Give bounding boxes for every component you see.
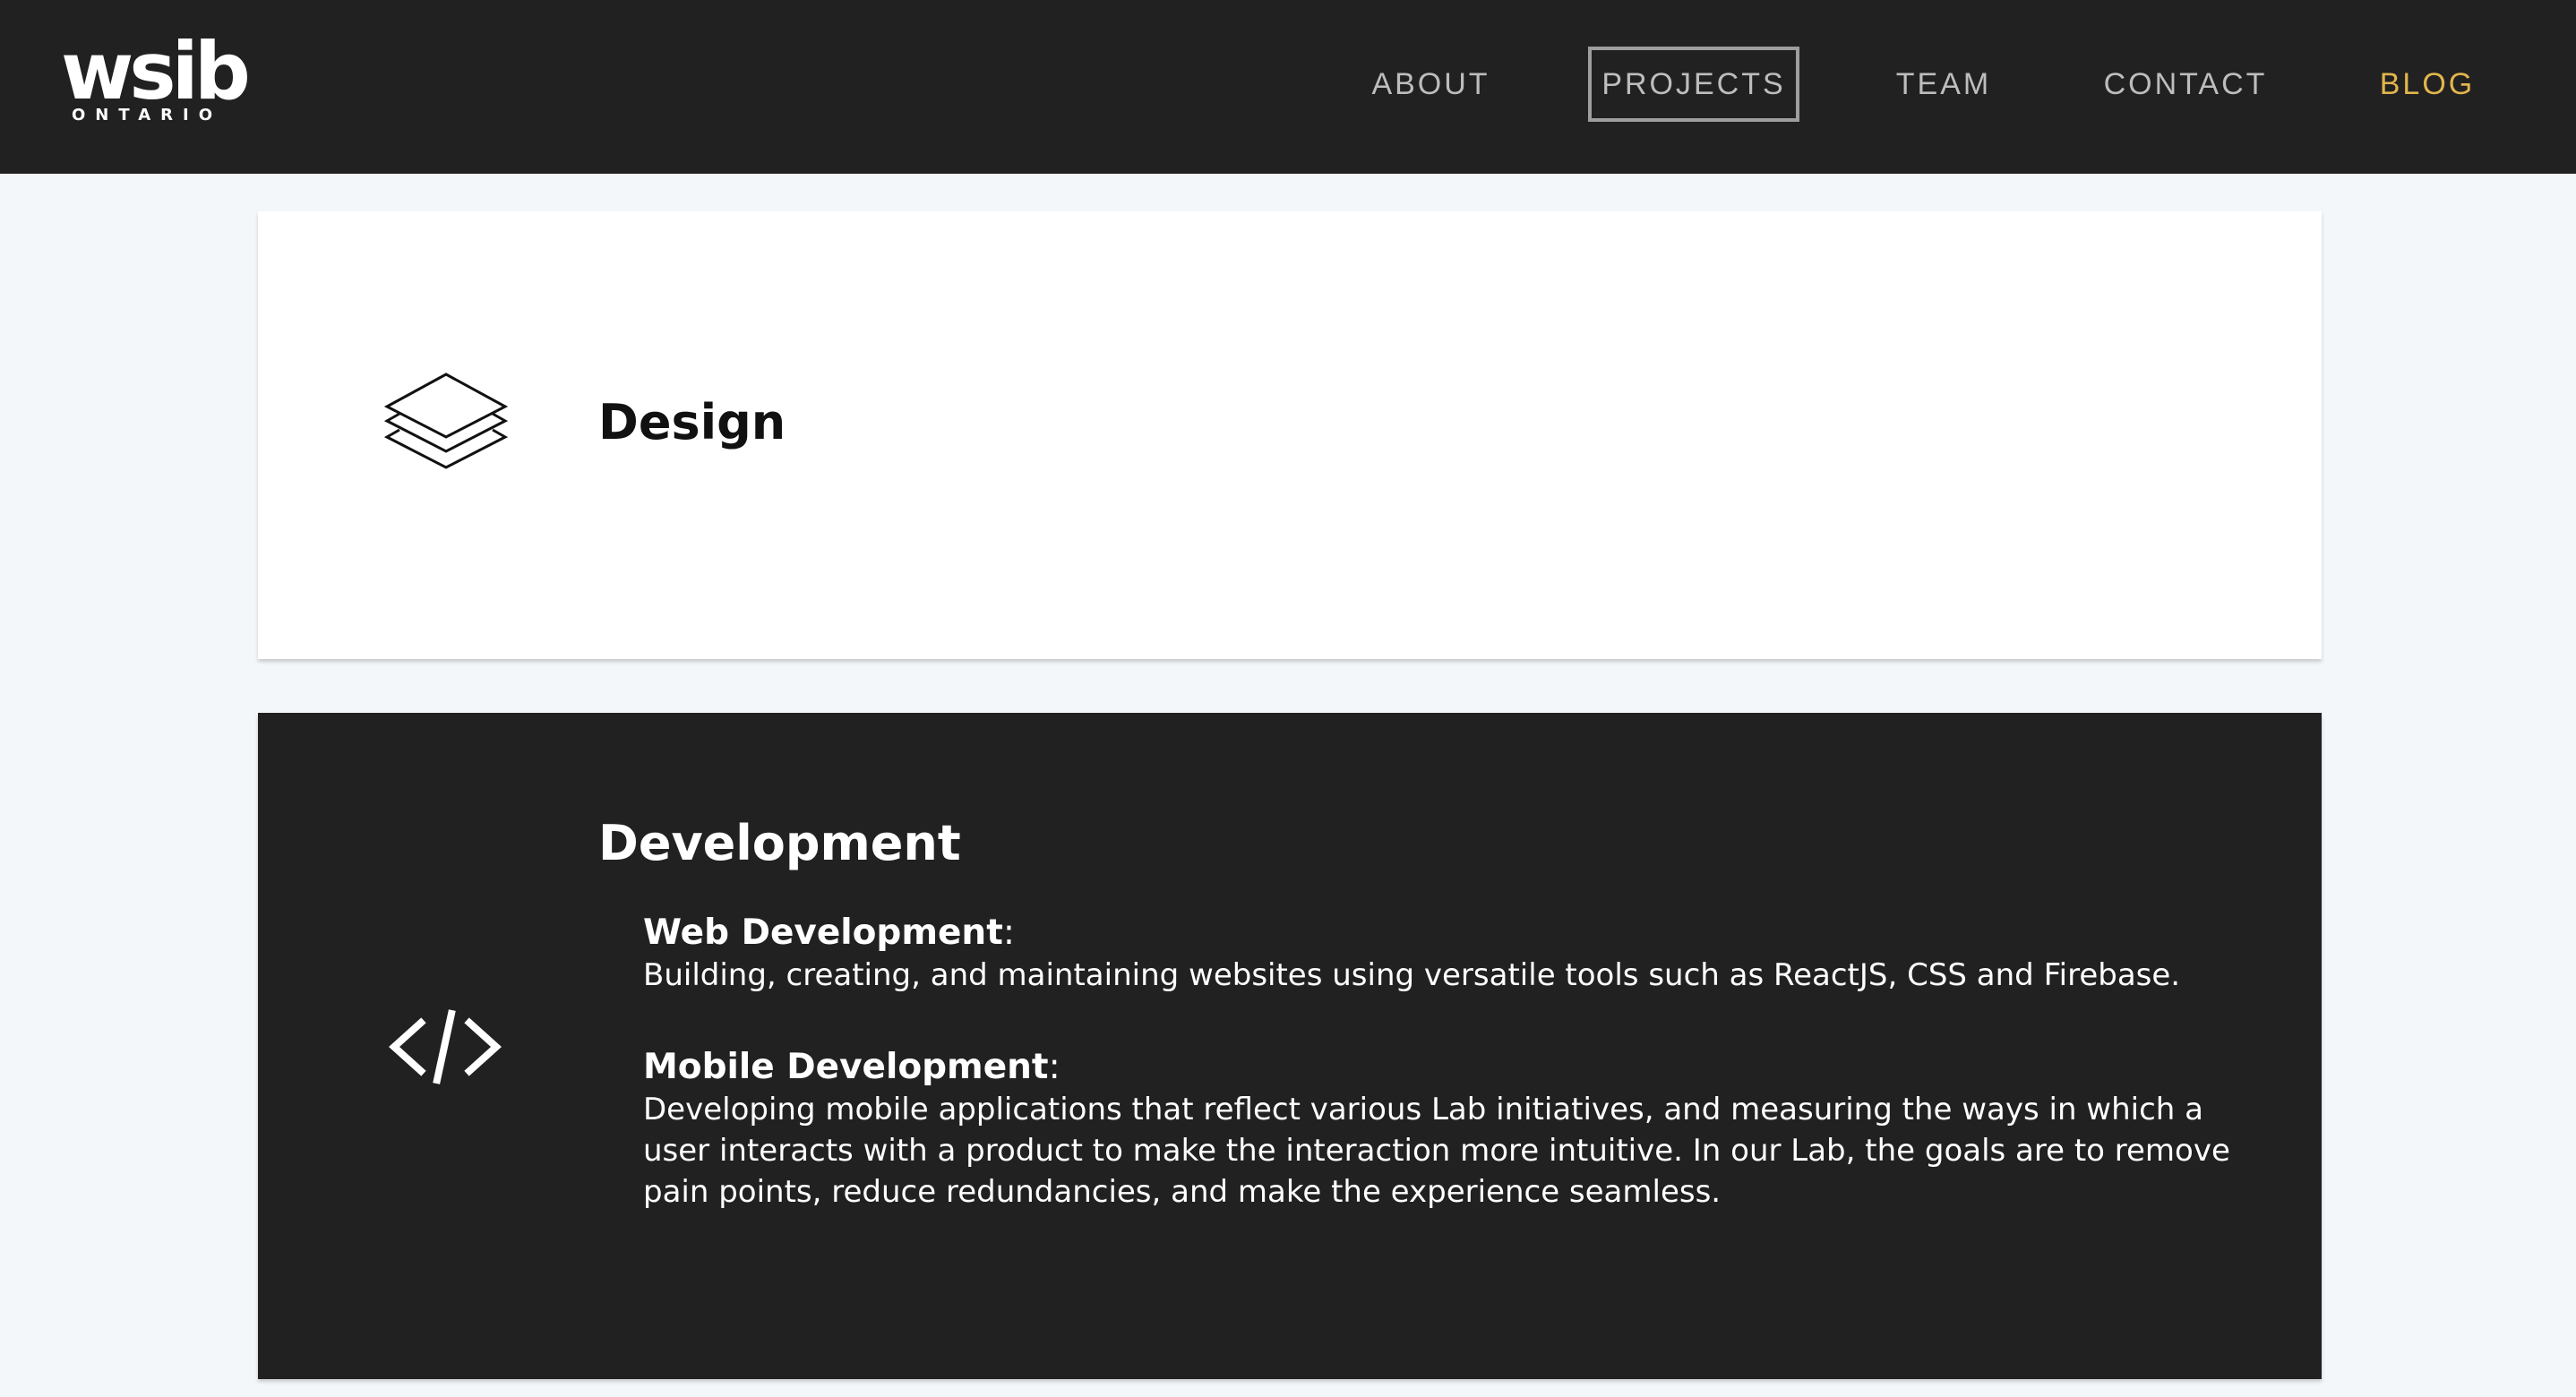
mobile-development-label: Mobile Development (643, 1047, 1049, 1087)
logo-wordmark: wsib (61, 25, 251, 117)
nav-projects-link[interactable]: PROJECTS (1588, 47, 1799, 122)
web-development-colon: : (1002, 913, 1015, 953)
nav-blog-link[interactable]: BLOG (2374, 47, 2481, 122)
nav-about-link[interactable]: ABOUT (1361, 47, 1500, 122)
wsib-ontario-logo[interactable]: wsib ONTARIO (61, 32, 251, 129)
mobile-development-colon: : (1048, 1047, 1060, 1087)
layers-icon (383, 373, 509, 469)
top-navbar: wsib ONTARIO ABOUT PROJECTS TEAM CONTACT… (0, 0, 2576, 174)
development-title: Development (598, 815, 961, 871)
web-development-section: Web Development: Building, creating, and… (643, 912, 2255, 996)
development-card: Development Web Development: Building, c… (258, 713, 2322, 1379)
mobile-development-description: Developing mobile applications that refl… (643, 1092, 2230, 1210)
design-card: Design (258, 211, 2322, 659)
design-title: Design (598, 394, 786, 450)
web-development-heading: Web Development: (643, 912, 2255, 955)
web-development-description: Building, creating, and maintaining webs… (643, 957, 2181, 993)
nav-team-link[interactable]: TEAM (1890, 47, 1997, 122)
mobile-development-section: Mobile Development: Developing mobile ap… (643, 1046, 2255, 1213)
logo-subtitle: ONTARIO (72, 106, 223, 124)
web-development-label: Web Development (643, 913, 1003, 953)
mobile-development-heading: Mobile Development: (643, 1046, 2255, 1089)
code-icon (389, 1009, 502, 1084)
nav-contact-link[interactable]: CONTACT (2100, 47, 2271, 122)
